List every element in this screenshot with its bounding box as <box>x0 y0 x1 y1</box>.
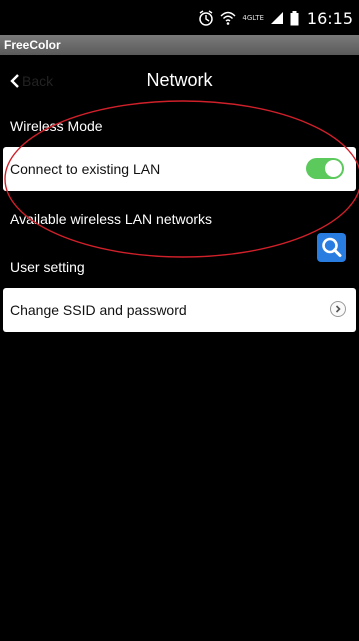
battery-icon <box>290 10 299 25</box>
status-bar: 4GLTE 16:15 <box>0 0 359 35</box>
page-title: Network <box>146 70 213 90</box>
search-networks-button[interactable] <box>317 233 346 262</box>
connect-lan-toggle[interactable] <box>306 158 344 179</box>
connect-lan-row[interactable]: Connect to existing LAN <box>3 147 356 191</box>
status-time: 16:15 <box>306 8 353 28</box>
status-icons: 4GLTE 16:15 <box>198 7 353 29</box>
alarm-icon <box>199 10 214 26</box>
network-type-label: 4GLTE <box>242 14 264 22</box>
wifi-icon <box>220 11 236 25</box>
section-wireless-mode: Wireless Mode <box>10 118 103 134</box>
toggle-knob <box>325 160 342 177</box>
change-ssid-row[interactable]: Change SSID and password <box>3 288 356 332</box>
available-networks-row[interactable]: Available wireless LAN networks <box>10 197 350 241</box>
signal-icon <box>270 12 283 24</box>
change-ssid-label: Change SSID and password <box>10 302 187 318</box>
nav-bar: Back Network <box>0 55 359 107</box>
search-icon <box>322 237 342 257</box>
connect-lan-label: Connect to existing LAN <box>10 161 161 177</box>
chevron-right-icon[interactable] <box>330 301 346 317</box>
section-user-setting: User setting <box>10 259 85 275</box>
app-titlebar: FreeColor <box>0 35 359 55</box>
available-networks-label: Available wireless LAN networks <box>10 211 213 227</box>
